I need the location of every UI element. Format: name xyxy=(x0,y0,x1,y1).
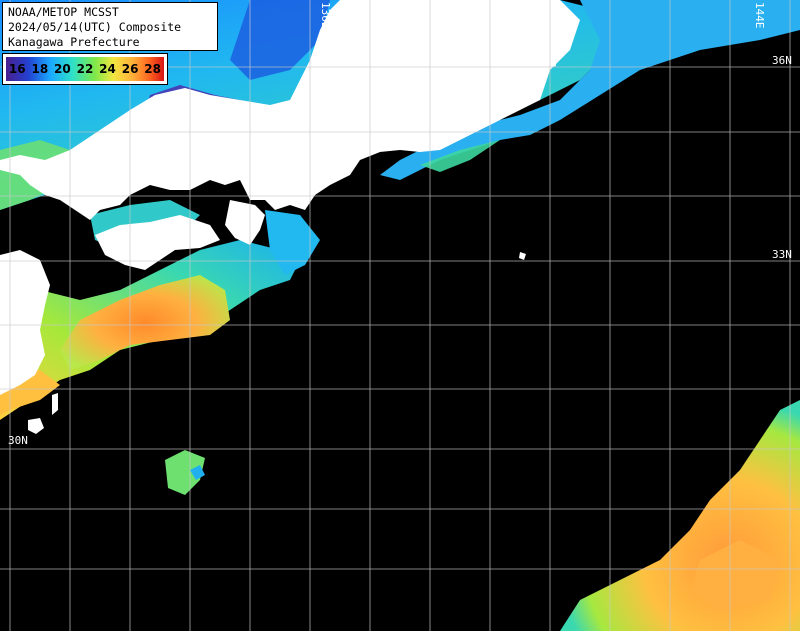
title-line-1: NOAA/METOP MCSST xyxy=(8,5,119,19)
lon-label-144e: 144E xyxy=(753,2,766,29)
map-title-box: NOAA/METOP MCSST 2024/05/14(UTC) Composi… xyxy=(2,2,218,51)
legend-tick: 16 xyxy=(8,62,26,76)
legend-tick: 18 xyxy=(31,62,49,76)
legend-tick: 20 xyxy=(54,62,71,76)
lat-label-36n: 36N xyxy=(772,54,792,67)
legend-ticks: 16 18 20 22 24 26 28 xyxy=(6,57,164,81)
title-line-2: 2024/05/14(UTC) Composite xyxy=(8,20,182,34)
title-line-3: Kanagawa Prefecture xyxy=(8,35,140,49)
legend-tick: 24 xyxy=(99,62,116,76)
legend-tick: 28 xyxy=(144,62,161,76)
sst-map xyxy=(0,0,800,631)
temperature-legend: 16 18 20 22 24 26 28 xyxy=(2,53,168,85)
lat-label-33n: 33N xyxy=(772,248,792,261)
lon-label-136e: 136E xyxy=(319,2,332,29)
lat-label-30n: 30N xyxy=(8,434,28,447)
legend-tick: 26 xyxy=(121,62,139,76)
legend-tick: 22 xyxy=(76,62,94,76)
